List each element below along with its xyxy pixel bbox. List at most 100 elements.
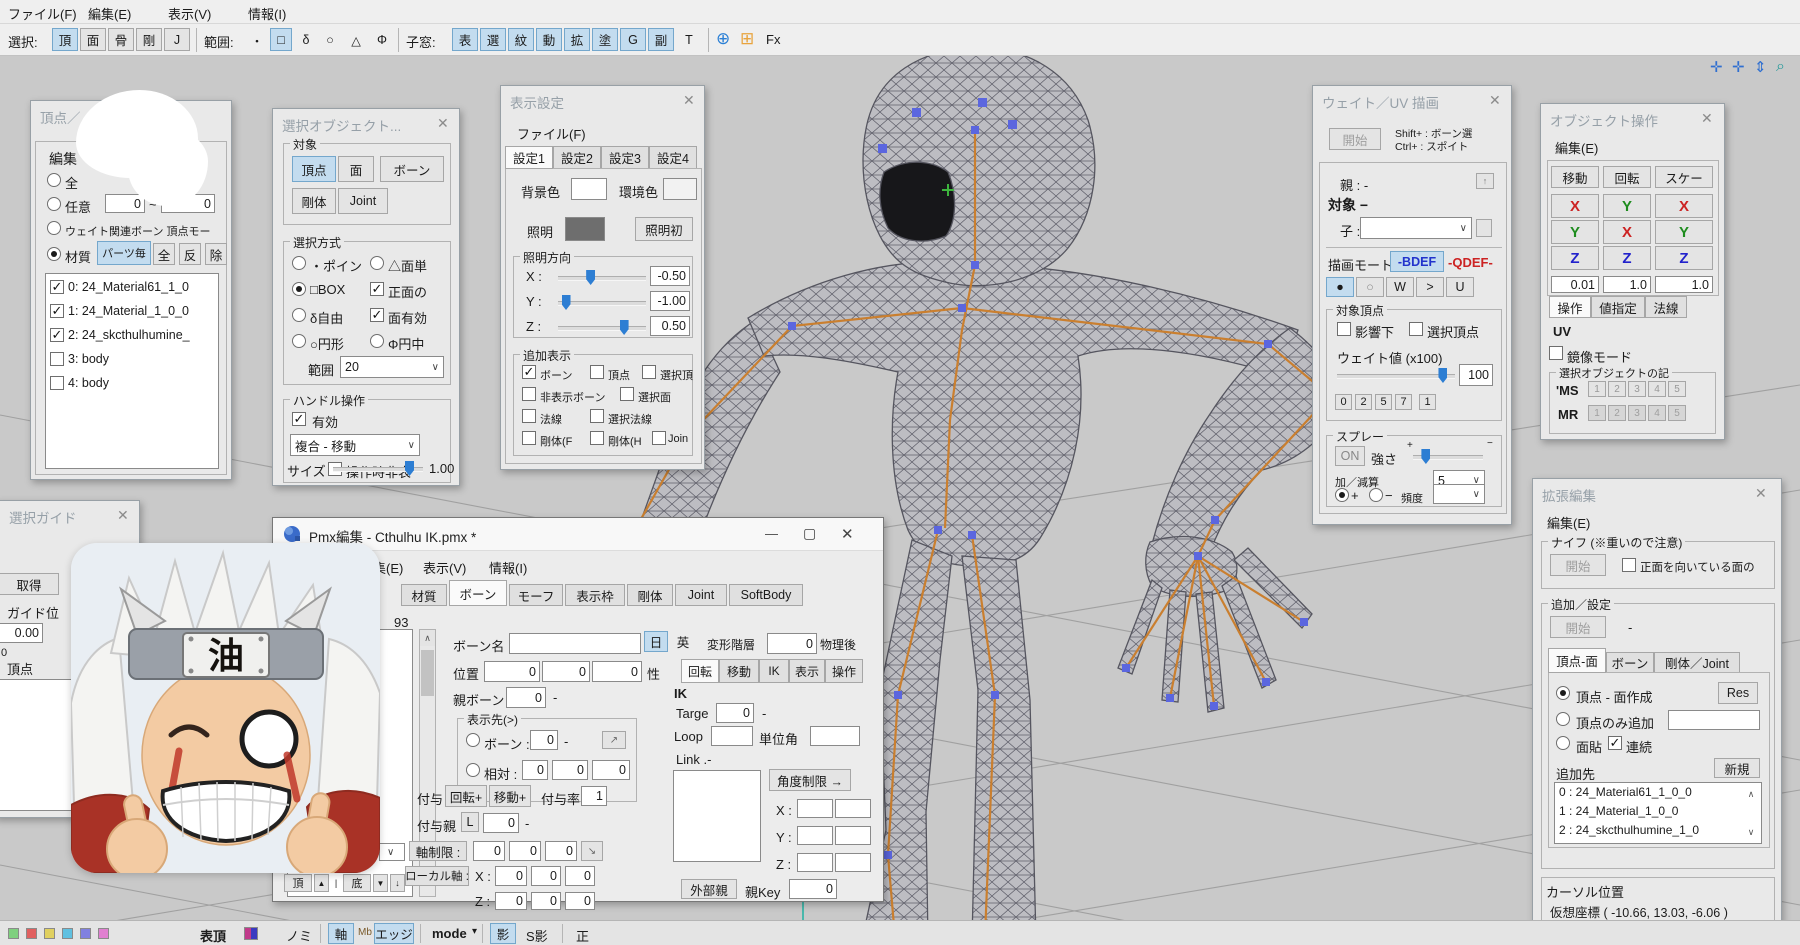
range-circle-button[interactable]: ○	[320, 30, 340, 50]
guide-pos-field[interactable]: 0.00	[0, 623, 43, 643]
material-item[interactable]: 0: 24_Material61_1_0	[68, 280, 189, 294]
vertex-only-field[interactable]	[1668, 710, 1760, 730]
mr-4-button[interactable]: 4	[1648, 405, 1666, 421]
parent-key-field[interactable]: 0	[789, 879, 837, 899]
light-init-button[interactable]: 照明初	[635, 217, 693, 241]
color-swatch[interactable]	[62, 928, 73, 939]
light-z-value[interactable]: 0.50	[650, 316, 690, 336]
minimize-icon[interactable]: —	[765, 526, 778, 541]
material-checkbox[interactable]	[50, 376, 64, 390]
list-scroll-up[interactable]: ∧	[1743, 787, 1759, 801]
ptab-display[interactable]: 表示	[789, 659, 825, 683]
menu-edit[interactable]: 編集(E)	[88, 4, 131, 23]
material-item[interactable]: 3: body	[68, 352, 109, 366]
add-radio[interactable]	[1335, 488, 1349, 502]
external-parent-button[interactable]: 外部親	[681, 879, 737, 899]
close-icon[interactable]: ✕	[1489, 92, 1501, 109]
preset-5-button[interactable]: 5	[1375, 394, 1392, 410]
ptab-operate[interactable]: 操作	[825, 659, 863, 683]
tab-frame[interactable]: 表示枠	[565, 584, 625, 606]
move-button[interactable]: 移動	[1551, 166, 1599, 188]
tab-rigid[interactable]: 剛体	[627, 584, 673, 606]
scale-z-button[interactable]: Z	[1655, 246, 1713, 270]
influence-checkbox[interactable]	[1337, 322, 1351, 336]
tab-morph[interactable]: モーフ	[509, 584, 563, 606]
move-step-field[interactable]: 0.01	[1551, 276, 1599, 293]
move-x-button[interactable]: X	[1551, 194, 1599, 218]
per-part-button[interactable]: パーツ毎	[97, 241, 151, 265]
deform-field[interactable]: 0	[767, 633, 817, 654]
disp-pick-button[interactable]: ↗	[602, 731, 626, 749]
qdef-mode-label[interactable]: -QDEF-	[1448, 255, 1493, 270]
ms-4-button[interactable]: 4	[1648, 381, 1666, 397]
axis-x-field[interactable]: 0	[473, 841, 505, 861]
move-y-button[interactable]: Y	[1551, 220, 1599, 244]
scale-x-button[interactable]: X	[1655, 194, 1713, 218]
maximize-icon[interactable]: ▢	[803, 525, 816, 542]
mode-caret-icon[interactable]: ▾	[472, 926, 477, 937]
freq-combo[interactable]: ∨	[1433, 484, 1485, 504]
target-rigid-button[interactable]: 剛体	[292, 188, 336, 214]
color-swatch[interactable]	[26, 928, 37, 939]
brush-u-button[interactable]: U	[1446, 277, 1474, 297]
rel-y-field[interactable]: 0	[552, 760, 588, 780]
show-joint-checkbox[interactable]	[652, 431, 666, 445]
nav-down-button[interactable]: ▼	[373, 874, 388, 892]
color-swatch[interactable]	[80, 928, 91, 939]
subwin-uv-button[interactable]: 紋	[508, 28, 534, 51]
mirror-checkbox[interactable]	[1549, 346, 1563, 360]
front-view-label[interactable]: 正	[576, 926, 589, 945]
chisel-label[interactable]: ノミ	[286, 926, 312, 945]
mr-2-button[interactable]: 2	[1608, 405, 1626, 421]
menu-info[interactable]: 情報(I)	[248, 4, 286, 23]
show-selvertex-checkbox[interactable]	[642, 365, 656, 379]
weight-slider-thumb[interactable]	[1438, 368, 1447, 383]
limit-z-max-field[interactable]	[835, 853, 871, 872]
light-x-value[interactable]: -0.50	[650, 266, 690, 286]
nav-last-button[interactable]: ↓	[390, 874, 405, 892]
mode-label[interactable]: mode	[432, 926, 467, 941]
subwin-sub-button[interactable]: 副	[648, 28, 674, 51]
pos-z-field[interactable]: 0	[592, 661, 642, 682]
parent-bone-field[interactable]: 0	[506, 687, 546, 708]
ms-3-button[interactable]: 3	[1628, 381, 1646, 397]
color-swatch[interactable]	[98, 928, 109, 939]
subwin-extend-button[interactable]: 拡	[564, 28, 590, 51]
vf-create-radio[interactable]	[1556, 686, 1570, 700]
nav-up-button[interactable]: ▲	[314, 874, 329, 892]
zoom-icon[interactable]: ⌕	[1776, 58, 1785, 76]
tab-settings1[interactable]: 設定1	[505, 146, 553, 169]
remove-button[interactable]: 除	[205, 243, 227, 265]
radio-material[interactable]	[47, 247, 61, 261]
spray-slider-thumb[interactable]	[1421, 449, 1430, 464]
pos-x-field[interactable]: 0	[484, 661, 540, 682]
tab-rigid-joint[interactable]: 剛体／Joint	[1654, 652, 1740, 673]
pmx-menu-info[interactable]: 情報(I)	[489, 558, 527, 577]
env-color-swatch[interactable]	[663, 178, 697, 200]
light-y-thumb[interactable]	[562, 295, 571, 310]
front-checkbox[interactable]: ✓	[370, 282, 384, 296]
sel-vertex-button[interactable]: 頂	[52, 28, 78, 51]
color-swatch[interactable]	[8, 928, 19, 939]
dest-list[interactable]: 0 : 24_Material61_1_0_0 1 : 24_Material_…	[1554, 782, 1762, 844]
dest-item[interactable]: 2 : 24_skcthulhumine_1_0	[1559, 823, 1699, 837]
brush-circle-button[interactable]: ○	[1356, 277, 1384, 297]
material-item[interactable]: 2: 24_skcthulhumine_	[68, 328, 190, 342]
light-z-slider[interactable]	[558, 326, 646, 331]
rotate-y-button[interactable]: Y	[1603, 194, 1651, 218]
local-z3-field[interactable]: 0	[565, 892, 595, 910]
sel-face-button[interactable]: 面	[80, 28, 106, 51]
local-z2-field[interactable]: 0	[531, 892, 561, 910]
light-color-swatch[interactable]	[565, 217, 605, 241]
face-valid-checkbox[interactable]: ✓	[370, 308, 384, 322]
list-scroll-down[interactable]: ∨	[1743, 825, 1759, 839]
disp-rel-radio[interactable]	[466, 763, 480, 777]
local-x1-field[interactable]: 0	[495, 866, 527, 886]
light-x-slider[interactable]	[558, 276, 646, 281]
child-side-button[interactable]	[1476, 219, 1492, 237]
grant-move-button[interactable]: 移動+	[489, 785, 531, 807]
scale-button[interactable]: スケー	[1655, 166, 1713, 188]
preset-0-button[interactable]: 0	[1335, 394, 1352, 410]
limit-x-max-field[interactable]	[835, 799, 871, 818]
menu-view[interactable]: 表示(V)	[168, 4, 211, 23]
